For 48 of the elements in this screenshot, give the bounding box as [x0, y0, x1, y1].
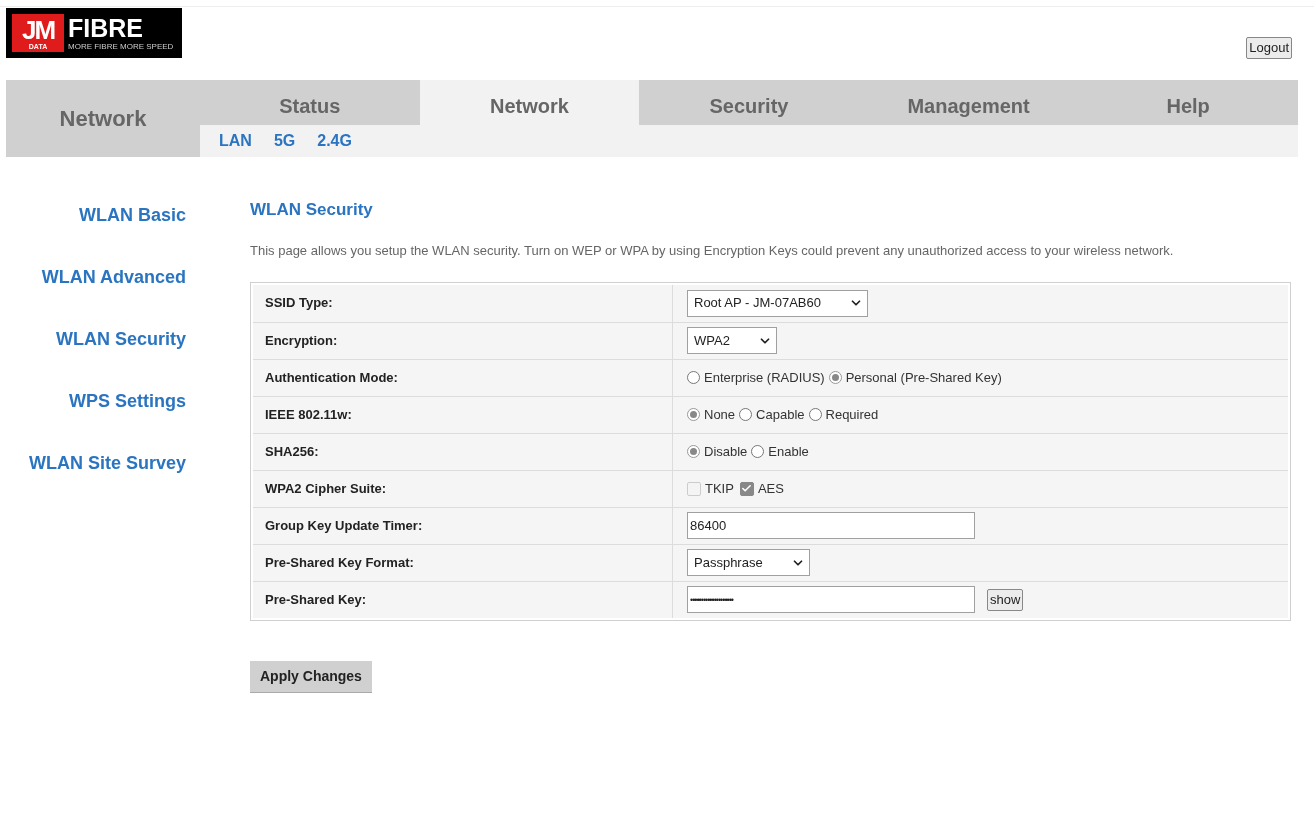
- password-field[interactable]: ••••••••••••••••••••: [687, 586, 975, 613]
- radio-button[interactable]: [687, 408, 700, 421]
- radio-button[interactable]: [687, 371, 700, 384]
- sidebar-item[interactable]: WLAN Site Survey: [28, 451, 186, 475]
- sidebar-item[interactable]: WLAN Security: [55, 327, 186, 351]
- nav-tab[interactable]: Network: [419, 80, 640, 125]
- radio-label: None: [704, 405, 736, 424]
- apply-changes-button[interactable]: Apply Changes: [250, 660, 372, 693]
- sidebar-item[interactable]: WLAN Advanced: [41, 265, 186, 289]
- field-label: IEEE 802.11w:: [265, 405, 352, 424]
- radio-label: Enterprise (RADIUS): [704, 368, 825, 387]
- input-field[interactable]: 86400: [687, 512, 975, 539]
- radio-button[interactable]: [687, 445, 700, 458]
- radio-label: Required: [825, 405, 879, 424]
- dropdown[interactable]: Passphrase: [687, 549, 810, 576]
- radio-button[interactable]: [808, 408, 822, 421]
- checkbox-label: TKIP: [705, 479, 734, 498]
- checkbox-label: AES: [757, 479, 784, 498]
- field-label: Group Key Update Timer:: [265, 516, 423, 535]
- logo-tagline: MORE FIBRE MORE SPEED: [68, 42, 174, 51]
- logout-button[interactable]: Logout: [1246, 37, 1292, 59]
- radio-label: Enable: [768, 442, 809, 461]
- show-button[interactable]: show: [987, 588, 1024, 611]
- sub-tab[interactable]: 5G: [273, 129, 296, 153]
- dropdown[interactable]: WPA2: [687, 327, 777, 354]
- section-title: Network: [6, 80, 200, 157]
- field-label: SHA256:: [265, 442, 319, 461]
- sidebar-item[interactable]: WPS Settings: [69, 389, 186, 413]
- field-label: Pre-Shared Key Format:: [265, 553, 414, 572]
- radio-label: Disable: [704, 442, 748, 461]
- radio-label: Capable: [756, 405, 805, 424]
- page-title: WLAN Security: [250, 199, 374, 221]
- sub-tab[interactable]: LAN: [219, 129, 252, 153]
- radio-label: Personal (Pre-Shared Key): [845, 368, 1002, 387]
- logo-mark: JM: [21, 16, 55, 43]
- field-label: Pre-Shared Key:: [265, 590, 367, 609]
- logo-name: FIBRE: [68, 15, 144, 41]
- radio-button[interactable]: [751, 445, 765, 458]
- field-label: SSID Type:: [265, 294, 333, 313]
- field-label: Encryption:: [265, 331, 338, 350]
- sidebar-item[interactable]: WLAN Basic: [79, 203, 186, 227]
- page-description: This page allows you setup the WLAN security. Turn on WEP or WPA by using Encryption Keys could prevent any unauthorized access to your wireless network.: [250, 241, 1175, 260]
- radio-button[interactable]: [739, 408, 753, 421]
- field-label: WPA2 Cipher Suite:: [265, 479, 387, 498]
- sub-tab[interactable]: 2.4G: [317, 129, 352, 153]
- field-label: Authentication Mode:: [265, 368, 398, 387]
- radio-button[interactable]: [828, 371, 842, 384]
- dropdown[interactable]: Root AP - JM-07AB60: [687, 289, 868, 317]
